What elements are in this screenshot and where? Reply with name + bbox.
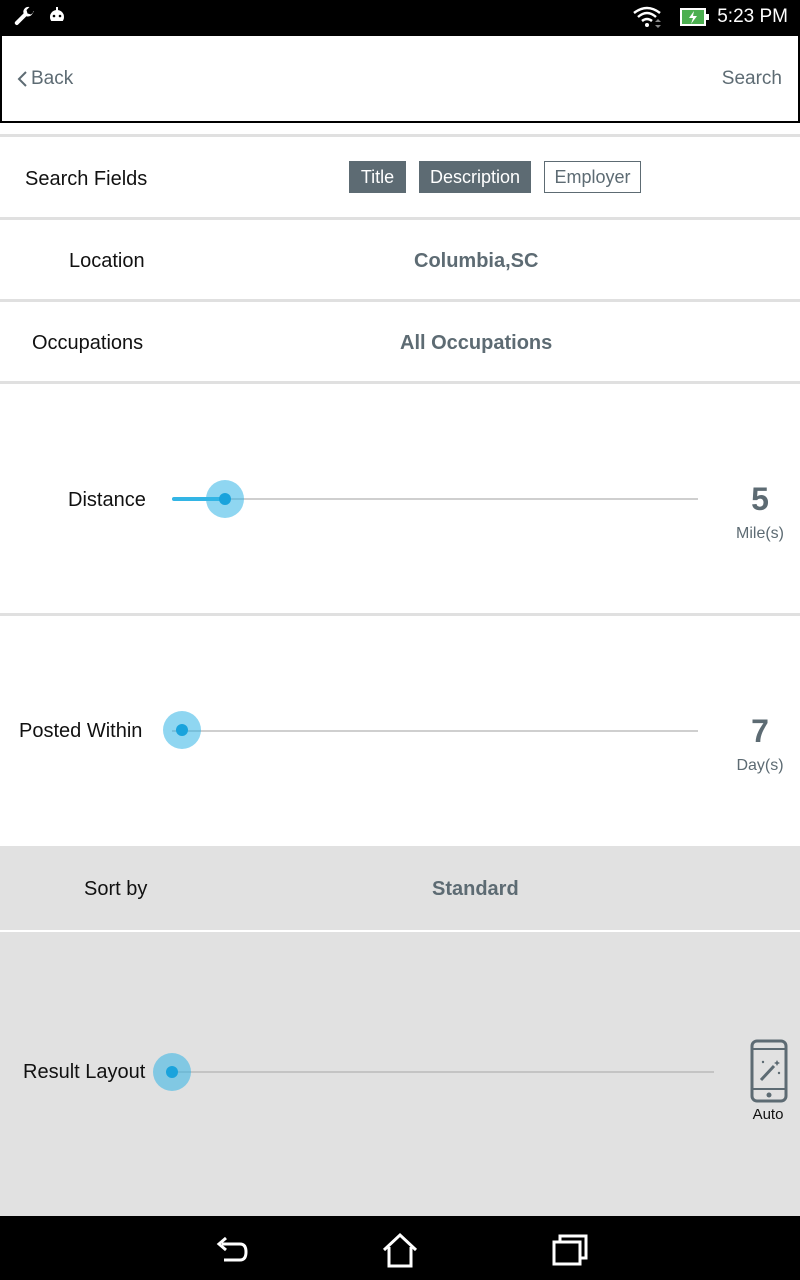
occupations-label: Occupations [32, 332, 144, 354]
clock: 5:23 PM [717, 6, 788, 27]
chip-employer[interactable]: Employer [544, 161, 641, 193]
wrench-icon [14, 6, 34, 25]
distance-label: Distance [68, 489, 146, 511]
chip-description[interactable]: Description [419, 161, 531, 193]
result-layout-slider-track[interactable] [172, 1071, 714, 1073]
header-bar: Back Search [0, 34, 800, 123]
occupations-value[interactable]: All Occupations [400, 332, 552, 355]
distance-unit: Mile(s) [736, 525, 784, 542]
chip-title[interactable]: Title [349, 161, 406, 193]
posted-within-slider-dot [176, 724, 188, 736]
posted-within-row: Posted Within 7 Day(s) [0, 616, 800, 846]
sort-by-row[interactable]: Sort by Standard [0, 846, 800, 932]
system-nav-bar [0, 1216, 800, 1280]
distance-slider-track[interactable] [172, 498, 698, 500]
back-label: Back [31, 68, 74, 89]
distance-slider-dot [219, 493, 231, 505]
posted-within-unit: Day(s) [736, 757, 784, 774]
result-layout-label: Result Layout [23, 1061, 146, 1083]
search-fields-label: Search Fields [25, 168, 148, 190]
back-button[interactable]: Back [16, 68, 73, 90]
search-fields-row: Search Fields Title Description Employer [0, 137, 800, 220]
recents-nav-icon[interactable] [550, 1230, 590, 1270]
result-layout-value: Auto [752, 1106, 784, 1123]
result-layout-row: Result Layout Auto [0, 932, 800, 1216]
status-bar: 5:23 PM [0, 0, 800, 34]
battery-charging-icon [680, 8, 709, 26]
distance-value: 5 [751, 481, 769, 517]
location-value[interactable]: Columbia,SC [414, 250, 538, 273]
posted-within-slider-track[interactable] [172, 730, 698, 732]
back-nav-icon[interactable] [210, 1230, 250, 1270]
phone-auto-layout-icon [750, 1039, 788, 1103]
wifi-icon [633, 6, 661, 28]
posted-within-label: Posted Within [19, 720, 143, 742]
posted-within-value: 7 [751, 713, 769, 749]
location-label: Location [69, 250, 145, 272]
search-button[interactable]: Search [722, 68, 782, 90]
sort-by-value[interactable]: Standard [432, 878, 519, 901]
home-nav-icon[interactable] [380, 1230, 420, 1270]
chevron-left-icon [17, 71, 27, 87]
android-debug-icon [49, 7, 65, 27]
sort-by-label: Sort by [84, 878, 148, 900]
distance-row: Distance 5 Mile(s) [0, 384, 800, 616]
location-row[interactable]: Location Columbia,SC [0, 220, 800, 302]
result-layout-slider-dot [166, 1066, 178, 1078]
occupations-row[interactable]: Occupations All Occupations [0, 302, 800, 384]
